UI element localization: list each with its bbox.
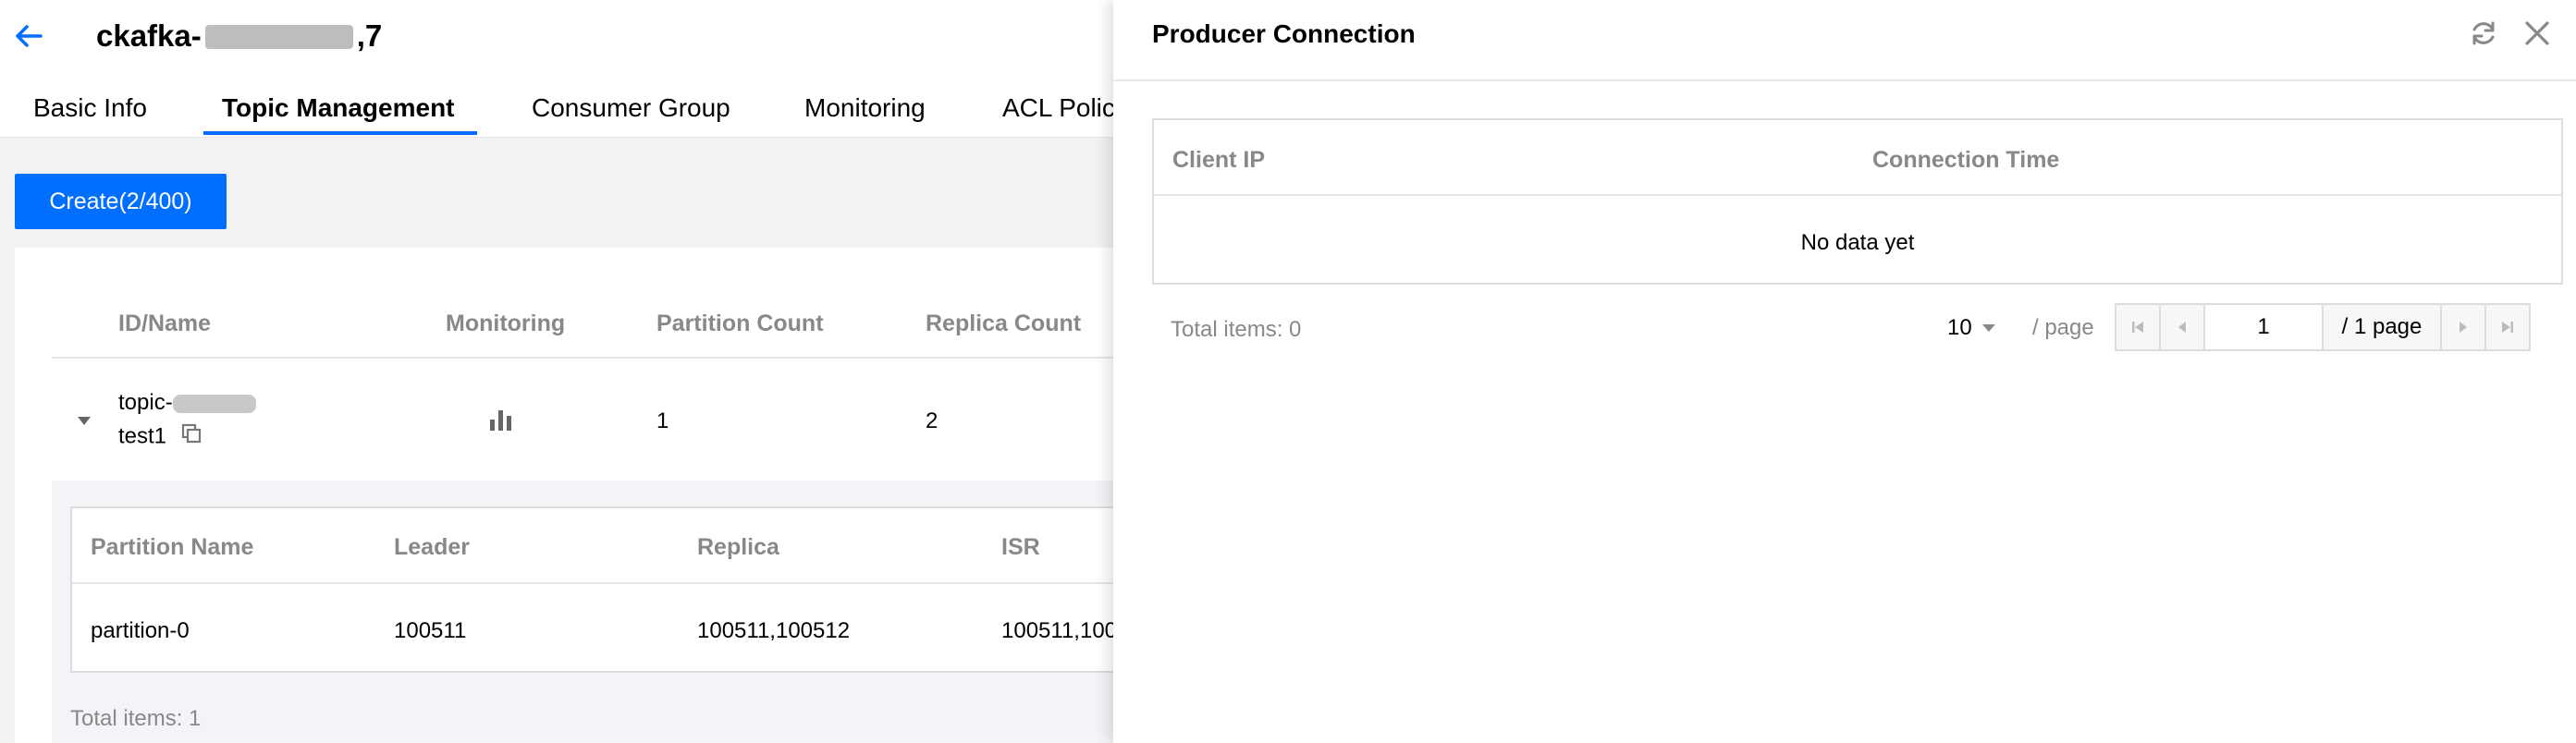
page-count-box: / 1 page	[2322, 303, 2442, 351]
empty-state-text: No data yet	[1800, 230, 1915, 255]
page-size-value: 10	[1947, 315, 1972, 340]
page-number-input[interactable]	[2203, 303, 2324, 351]
instance-title: ckafka- ,7	[96, 18, 383, 53]
column-header-replica-count: Replica Count	[926, 311, 1082, 336]
chevron-down-icon	[1981, 323, 1996, 334]
prev-page-button[interactable]	[2159, 303, 2205, 351]
column-header-replica: Replica	[697, 534, 779, 560]
partition-count-value: 1	[656, 408, 669, 433]
topic-name: test1	[118, 422, 202, 452]
active-tab-indicator	[203, 131, 477, 135]
connection-header-divider	[1154, 194, 2561, 196]
partition-isr-value: 100511,100	[1001, 618, 1118, 643]
column-header-id-name[interactable]: ID/Name	[118, 310, 211, 337]
redacted-mask	[172, 394, 256, 413]
next-page-icon	[2459, 322, 2467, 333]
last-page-button[interactable]	[2484, 303, 2531, 351]
column-header-monitoring: Monitoring	[446, 311, 566, 336]
page-size-select[interactable]: 10	[1947, 314, 1996, 342]
create-topic-button[interactable]: Create(2/400)	[15, 174, 227, 229]
tab-consumer-group[interactable]: Consumer Group	[532, 92, 730, 124]
connection-total-items: Total items: 0	[1171, 317, 1302, 342]
tab-basic-info[interactable]: Basic Info	[33, 92, 147, 124]
column-header-leader: Leader	[394, 534, 470, 560]
partition-table	[70, 506, 1128, 673]
column-header-partition-count: Partition Count	[656, 311, 824, 336]
expand-caret-icon[interactable]	[76, 414, 92, 432]
tab-topic-management[interactable]: Topic Management	[222, 92, 455, 124]
monitoring-chart-icon[interactable]	[488, 407, 514, 437]
next-page-button[interactable]	[2440, 303, 2486, 351]
partition-leader-value: 100511	[394, 618, 467, 643]
topic-id[interactable]: topic-	[118, 389, 256, 417]
partition-replica-value: 100511,100512	[697, 618, 851, 643]
column-header-connection-time: Connection Time	[1872, 147, 2060, 173]
column-header-partition-name: Partition Name	[91, 534, 254, 560]
column-header-client-ip: Client IP	[1172, 147, 1266, 173]
first-page-icon	[2132, 322, 2143, 333]
replica-count-value: 2	[926, 408, 938, 433]
column-header-isr: ISR	[1001, 534, 1040, 560]
drawer-title: Producer Connection	[1152, 19, 1416, 48]
first-page-button[interactable]	[2115, 303, 2161, 351]
close-icon[interactable]	[2522, 18, 2552, 53]
back-arrow-icon[interactable]	[13, 20, 44, 52]
last-page-icon	[2502, 322, 2513, 333]
tab-acl-policy[interactable]: ACL Polic	[1002, 92, 1115, 124]
per-page-label: / page	[2032, 315, 2094, 340]
partition-header-divider	[72, 582, 1128, 584]
producer-connection-drawer: Producer Connection Client IP Connection…	[1113, 0, 2576, 743]
copy-icon[interactable]	[180, 422, 202, 452]
partition-total-items: Total items: 1	[70, 706, 202, 731]
table-header-divider	[52, 357, 1128, 359]
page-header: ckafka- ,7 Basic Info Topic Management Co…	[0, 0, 1128, 138]
prev-page-icon	[2178, 322, 2186, 333]
page-count-label: / 1 page	[2341, 314, 2423, 339]
tab-monitoring[interactable]: Monitoring	[804, 92, 926, 124]
drawer-header-divider	[1113, 79, 2576, 81]
producer-connection-table: Client IP Connection Time No data yet	[1152, 118, 2563, 285]
partition-name-value: partition-0	[91, 618, 190, 643]
refresh-icon[interactable]	[2469, 18, 2498, 53]
redacted-mask	[204, 25, 353, 49]
